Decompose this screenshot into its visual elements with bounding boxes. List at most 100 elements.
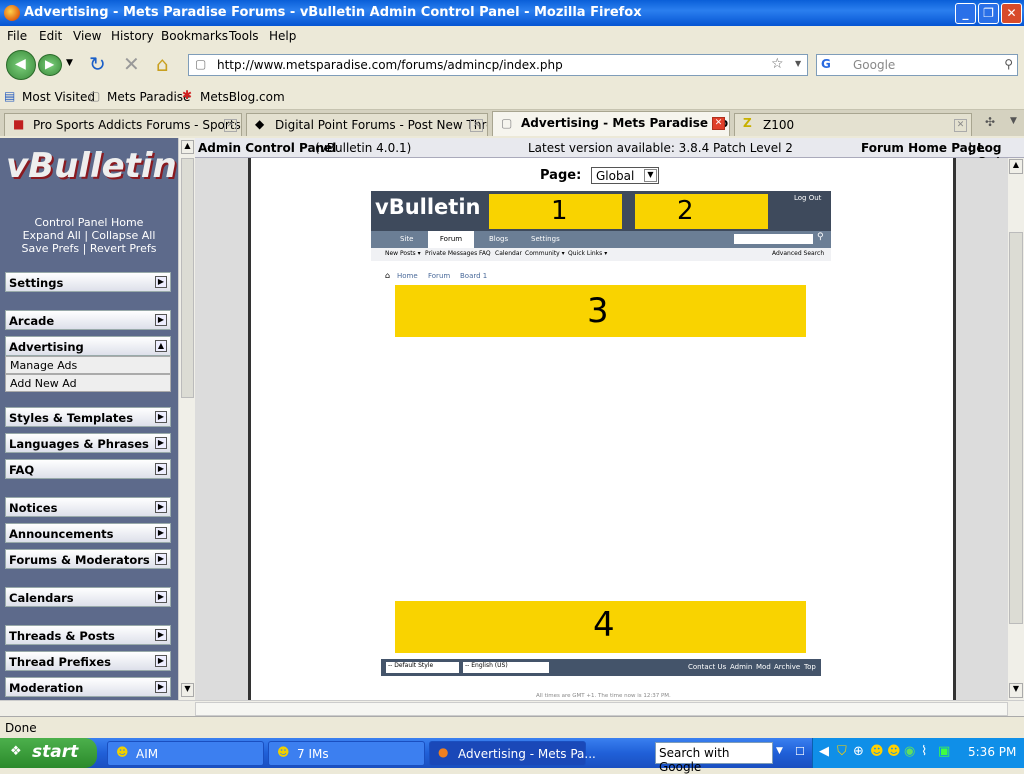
expand-icon[interactable]: ▶ (155, 591, 167, 603)
restore-icon[interactable]: ☐ (795, 745, 805, 758)
minimize-button[interactable]: _ (955, 3, 976, 24)
nav-threads-posts[interactable]: Threads & Posts ▶ (5, 625, 171, 645)
bookmark-metsblog[interactable]: MetsBlog.com (200, 90, 285, 104)
bookmark-most-visited[interactable]: Most Visited (22, 90, 95, 104)
menu-help[interactable]: Help (269, 29, 296, 43)
nav-advertising[interactable]: Advertising ▲ (5, 336, 171, 356)
nav-moderation[interactable]: Moderation ▶ (5, 677, 171, 697)
menu-view[interactable]: View (73, 29, 101, 43)
task-firefox[interactable]: ● Advertising - Mets Pa... (429, 741, 596, 766)
expand-icon[interactable]: ▶ (155, 501, 167, 513)
chrome-icon[interactable]: ◉ (904, 744, 915, 759)
nav-settings[interactable]: Settings ▶ (5, 272, 171, 292)
page-select[interactable]: Global ▼ (591, 167, 659, 184)
nav-calendars[interactable]: Calendars ▶ (5, 587, 171, 607)
menu-file[interactable]: File (7, 29, 27, 43)
back-button[interactable]: ◀ (6, 50, 36, 80)
collapse-icon[interactable]: ▲ (155, 340, 167, 352)
scroll-down-icon[interactable]: ▼ (1009, 683, 1023, 698)
expand-icon[interactable]: ▶ (155, 463, 167, 475)
nav-announcements[interactable]: Announcements ▶ (5, 523, 171, 543)
ad-slot-1[interactable]: 1 (489, 194, 622, 229)
navigation-toolbar: ◀ ▶ ▼ ↻ ✕ ⌂ ▢ http://www.metsparadise.co… (0, 46, 1024, 84)
app-tray-icon[interactable]: ▣ (938, 744, 950, 759)
expand-collapse-links[interactable]: Expand All | Collapse All (0, 229, 178, 242)
menu-history[interactable]: History (111, 29, 154, 43)
wireless-icon[interactable]: ⌇ (921, 744, 927, 759)
task-ims[interactable]: ☻ 7 IMs (268, 741, 425, 766)
nav-add-new-ad[interactable]: Add New Ad (5, 374, 171, 392)
scroll-up-icon[interactable]: ▲ (181, 140, 194, 154)
menu-tools[interactable]: Tools (229, 29, 259, 43)
nav-arcade[interactable]: Arcade ▶ (5, 310, 171, 330)
url-dropdown-icon[interactable]: ▼ (795, 59, 801, 68)
taskbar-search-box[interactable]: Search with Google (655, 742, 773, 774)
scroll-thumb[interactable] (1009, 232, 1023, 624)
menu-edit[interactable]: Edit (39, 29, 62, 43)
start-button[interactable]: ❖ start (0, 738, 97, 768)
expand-icon[interactable]: ▶ (155, 655, 167, 667)
expand-icon[interactable]: ▶ (155, 276, 167, 288)
search-magnifier-icon[interactable]: ⚲ (1004, 57, 1013, 71)
sidebar-scrollbar[interactable]: ▲ ▼ (178, 138, 195, 700)
tab-close-icon[interactable]: ✕ (712, 117, 725, 130)
scroll-thumb[interactable] (181, 158, 194, 398)
stop-icon[interactable]: ✕ (123, 52, 140, 76)
nav-notices[interactable]: Notices ▶ (5, 497, 171, 517)
control-panel-home-link[interactable]: Control Panel Home (0, 216, 178, 229)
network-icon[interactable]: ⊕ (853, 744, 864, 759)
aim-tray-icon-2[interactable]: ☻ (887, 744, 901, 759)
ad-slot-3[interactable]: 3 (395, 285, 806, 337)
expand-icon[interactable]: ▶ (155, 437, 167, 449)
select-dropdown-icon[interactable]: ▼ (644, 169, 657, 182)
task-aim[interactable]: ☻ AIM (107, 741, 264, 766)
reload-icon[interactable]: ↻ (89, 52, 106, 76)
new-tab-icon[interactable]: ✣ (985, 115, 995, 129)
tab-close-icon[interactable]: ✕ (224, 119, 237, 132)
search-box[interactable]: G Google ⚲ (816, 54, 1018, 76)
home-icon[interactable]: ⌂ (156, 52, 169, 76)
tab-z100[interactable]: Z Z100 ✕ (734, 113, 972, 136)
expand-icon[interactable]: ▶ (155, 527, 167, 539)
tab-close-icon[interactable]: ✕ (954, 119, 967, 132)
ad-slot-4[interactable]: 4 (395, 601, 806, 653)
tab-advertising[interactable]: ▢ Advertising - Mets Paradise For... ✕ (492, 111, 730, 136)
scroll-up-icon[interactable]: ▲ (1009, 159, 1023, 174)
aim-tray-icon[interactable]: ☻ (870, 744, 884, 759)
horizontal-scrollbar[interactable] (0, 700, 1024, 716)
address-bar[interactable]: ▢ http://www.metsparadise.com/forums/adm… (188, 54, 808, 76)
nav-forums-moderators[interactable]: Forums & Moderators ▶ (5, 549, 171, 569)
vbulletin-logo[interactable]: vBulletin (6, 146, 177, 208)
forward-button[interactable]: ▶ (38, 54, 62, 76)
nav-faq[interactable]: FAQ ▶ (5, 459, 171, 479)
search-dropdown-icon[interactable]: ▼ (776, 746, 783, 756)
search-input[interactable]: Google (853, 58, 895, 72)
history-dropdown-icon[interactable]: ▼ (66, 58, 73, 68)
tray-back-icon[interactable]: ◀ (819, 744, 829, 759)
forum-home-link[interactable]: Forum Home Page (861, 141, 985, 155)
nav-languages-phrases[interactable]: Languages & Phrases ▶ (5, 433, 171, 453)
scroll-down-icon[interactable]: ▼ (181, 683, 194, 697)
expand-icon[interactable]: ▶ (155, 629, 167, 641)
expand-icon[interactable]: ▶ (155, 411, 167, 423)
tab-pro-sports[interactable]: ■ Pro Sports Addicts Forums - Sports Di.… (4, 113, 242, 136)
bookmark-star-icon[interactable]: ☆ (771, 56, 784, 72)
content-scrollbar[interactable]: ▲ ▼ (1008, 158, 1024, 700)
shield-icon[interactable]: ⛉ (837, 744, 847, 759)
tab-list-icon[interactable]: ▼ (1010, 116, 1017, 126)
save-revert-prefs-links[interactable]: Save Prefs | Revert Prefs (0, 242, 178, 255)
maximize-button[interactable]: ❐ (978, 3, 999, 24)
close-button[interactable]: ✕ (1001, 3, 1022, 24)
ad-slot-2[interactable]: 2 (635, 194, 768, 229)
menu-bookmarks[interactable]: Bookmarks (161, 29, 228, 43)
tab-digital-point[interactable]: ◆ Digital Point Forums - Post New Thread… (246, 113, 488, 136)
nav-manage-ads[interactable]: Manage Ads (5, 356, 171, 374)
scroll-track[interactable] (195, 702, 1008, 716)
bookmark-mets-paradise[interactable]: Mets Paradise (107, 90, 190, 104)
tab-close-icon[interactable]: ✕ (470, 119, 483, 132)
expand-icon[interactable]: ▶ (155, 553, 167, 565)
nav-styles-templates[interactable]: Styles & Templates ▶ (5, 407, 171, 427)
expand-icon[interactable]: ▶ (155, 681, 167, 693)
expand-icon[interactable]: ▶ (155, 314, 167, 326)
nav-thread-prefixes[interactable]: Thread Prefixes ▶ (5, 651, 171, 671)
